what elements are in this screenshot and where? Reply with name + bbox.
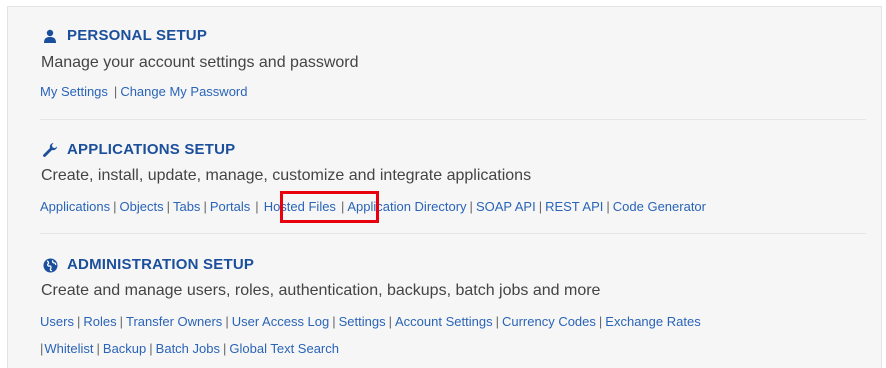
link-separator: | xyxy=(225,314,229,329)
link-roles[interactable]: Roles xyxy=(83,314,116,329)
administration-setup-links-row2: |Whitelist | Backup | Batch Jobs | Global Text… xyxy=(40,341,339,356)
link-separator: | xyxy=(40,341,44,356)
administration-setup-links-row1: Users | Roles | Transfer Owners | User Access … xyxy=(40,314,701,329)
link-separator: | xyxy=(469,199,473,214)
link-rest-api[interactable]: REST API xyxy=(545,199,603,214)
link-separator: | xyxy=(149,341,153,356)
link-separator: | xyxy=(255,199,259,214)
administration-setup-description: Create and manage users, roles, authenti… xyxy=(41,282,601,299)
globe-icon xyxy=(42,257,58,273)
link-portals[interactable]: Portals xyxy=(210,199,250,214)
link-separator: | xyxy=(166,199,170,214)
personal-setup-heading: PERSONAL SETUP xyxy=(42,26,207,46)
administration-setup-title: ADMINISTRATION SETUP xyxy=(67,256,255,273)
link-separator: | xyxy=(203,199,207,214)
link-settings[interactable]: Settings xyxy=(339,314,386,329)
link-transfer-owners[interactable]: Transfer Owners xyxy=(126,314,222,329)
link-separator: | xyxy=(113,84,118,99)
administration-setup-heading: ADMINISTRATION SETUP xyxy=(42,255,254,275)
link-separator: | xyxy=(76,314,81,329)
link-exchange-rates[interactable]: Exchange Rates xyxy=(605,314,700,329)
link-separator: | xyxy=(495,314,499,329)
applications-setup-title: APPLICATIONS SETUP xyxy=(67,141,236,158)
personal-setup-description: Manage your account settings and passwor… xyxy=(41,54,359,71)
applications-setup-description: Create, install, update, manage, customi… xyxy=(41,167,532,184)
wrench-icon xyxy=(42,142,58,158)
link-batch-jobs[interactable]: Batch Jobs xyxy=(156,341,220,356)
hosted-files-highlight-box xyxy=(280,191,379,223)
link-separator: | xyxy=(223,341,227,356)
link-currency-codes[interactable]: Currency Codes xyxy=(502,314,596,329)
link-objects[interactable]: Objects xyxy=(120,199,164,214)
link-applications[interactable]: Applications xyxy=(40,199,110,214)
link-separator: | xyxy=(598,314,603,329)
link-users[interactable]: Users xyxy=(40,314,74,329)
link-user-access-log[interactable]: User Access Log xyxy=(232,314,330,329)
link-separator: | xyxy=(606,199,610,214)
link-code-generator[interactable]: Code Generator xyxy=(613,199,706,214)
user-icon xyxy=(42,28,58,44)
link-soap-api[interactable]: SOAP API xyxy=(476,199,536,214)
link-backup[interactable]: Backup xyxy=(103,341,146,356)
link-separator: | xyxy=(388,314,393,329)
applications-setup-heading: APPLICATIONS SETUP xyxy=(42,140,235,160)
link-separator: | xyxy=(96,341,100,356)
link-separator: | xyxy=(538,199,543,214)
link-separator: | xyxy=(113,199,117,214)
link-tabs[interactable]: Tabs xyxy=(173,199,200,214)
link-my-settings[interactable]: My Settings xyxy=(40,84,108,99)
link-global-text-search[interactable]: Global Text Search xyxy=(229,341,339,356)
link-separator: | xyxy=(332,314,336,329)
link-separator: | xyxy=(119,314,123,329)
setup-panel: PERSONAL SETUP Manage your account setti… xyxy=(7,6,882,368)
personal-setup-title: PERSONAL SETUP xyxy=(67,27,208,44)
link-account-settings[interactable]: Account Settings xyxy=(395,314,493,329)
link-change-my-password[interactable]: Change My Password xyxy=(120,84,247,99)
personal-setup-links: My Settings | Change My Password xyxy=(40,84,247,99)
link-whitelist[interactable]: Whitelist xyxy=(44,341,93,356)
section-divider xyxy=(40,233,866,234)
section-divider xyxy=(40,119,866,120)
